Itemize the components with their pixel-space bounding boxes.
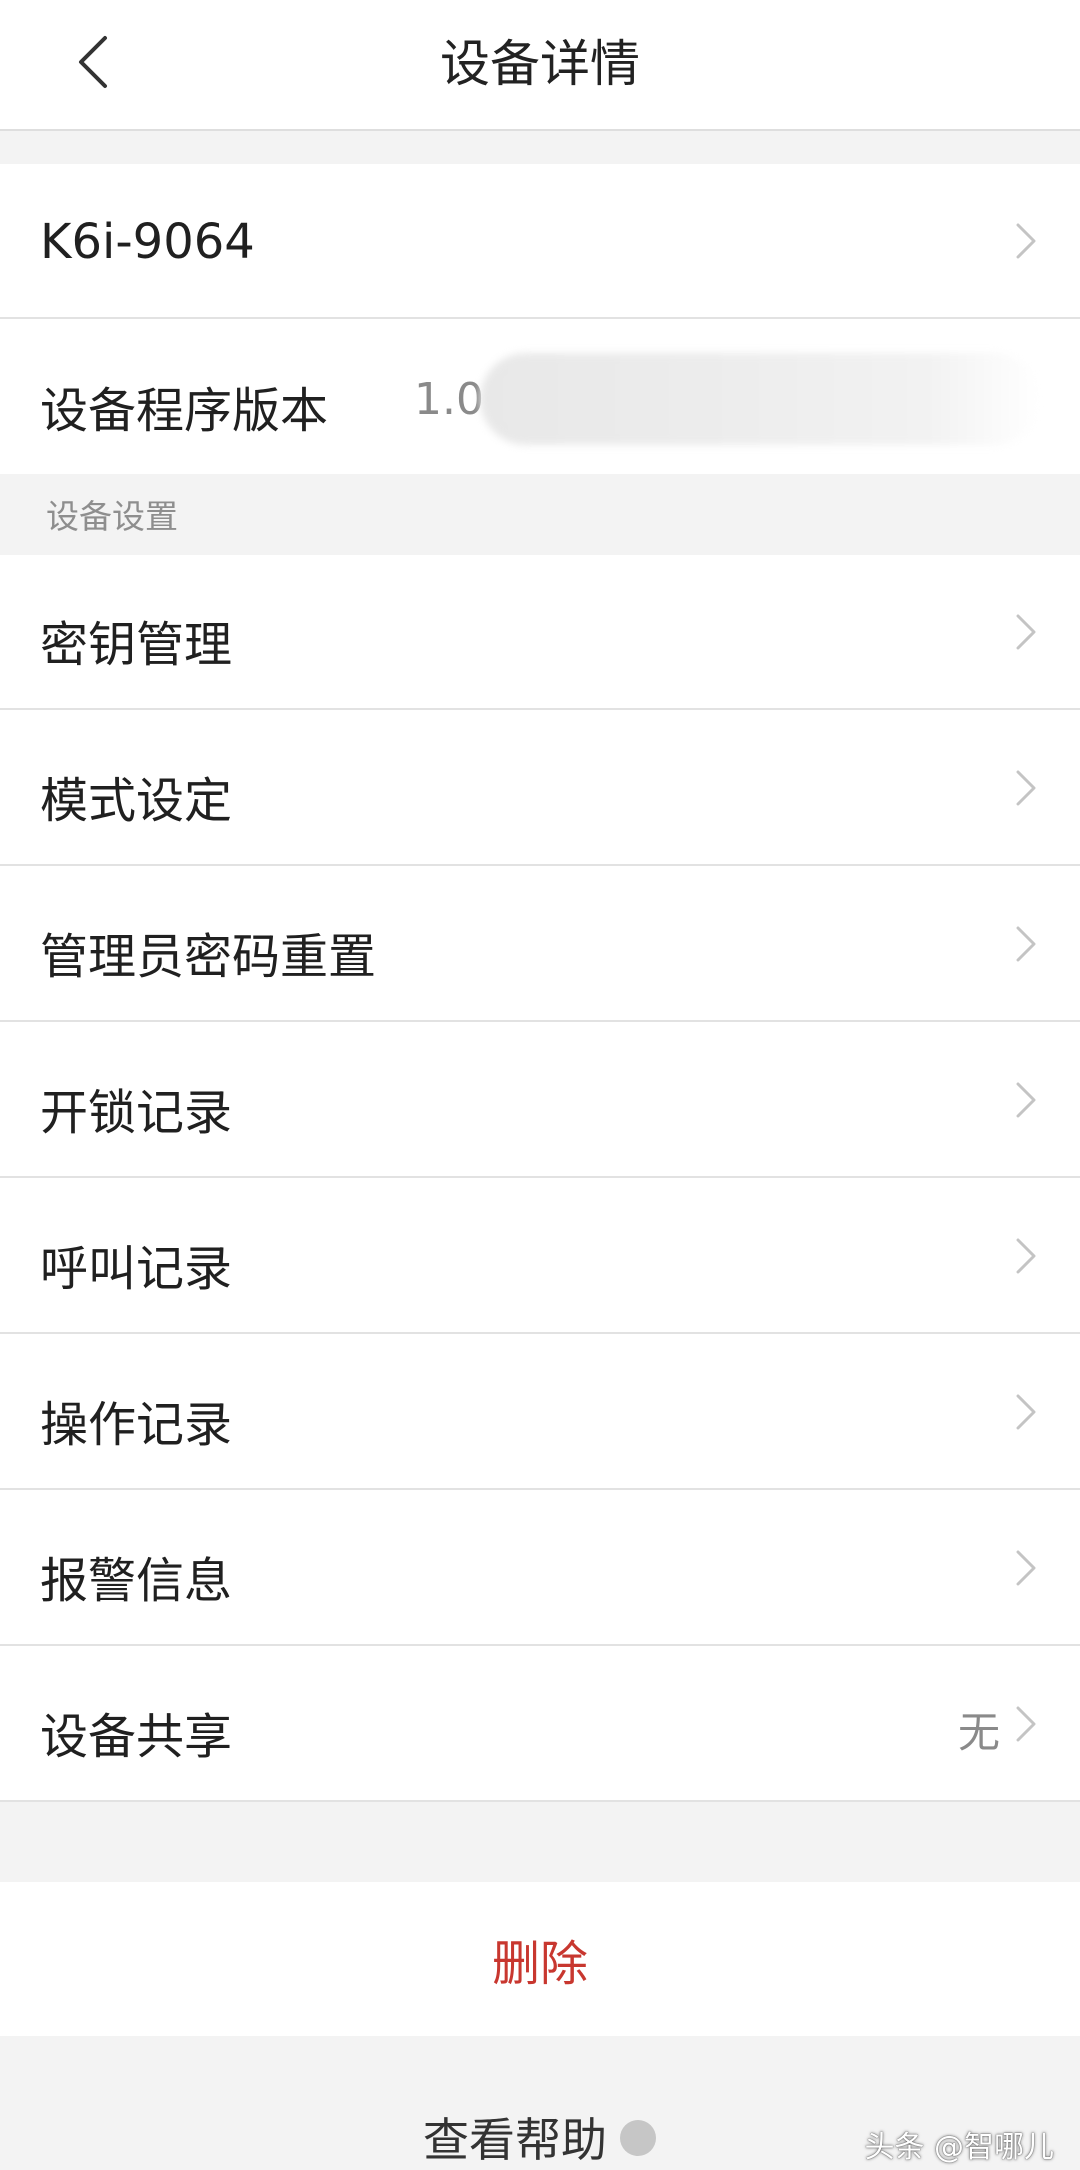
settings-item-label: 管理员密码重置: [40, 929, 377, 985]
settings-item-call-records[interactable]: 呼叫记录: [0, 1178, 1080, 1333]
chevron-right-icon: [1016, 223, 1036, 259]
firmware-version-value: 1.0: [414, 374, 484, 425]
settings-item-label: 呼叫记录: [40, 1241, 233, 1297]
settings-item-label: 开锁记录: [40, 1085, 233, 1141]
settings-section-label: 设备设置: [46, 497, 178, 536]
chevron-right-icon: [1016, 1550, 1036, 1586]
device-sharing-value: 无: [957, 1708, 1000, 1757]
settings-item-alarm-info[interactable]: 报警信息: [0, 1490, 1080, 1645]
settings-item-label: 设备共享: [40, 1709, 233, 1765]
settings-item-key-management[interactable]: 密钥管理: [0, 555, 1080, 709]
chevron-right-icon: [1016, 1706, 1036, 1742]
help-chevron-icon: [620, 2120, 656, 2156]
divider: [0, 1800, 1080, 1802]
app-header: 设备详情: [0, 0, 1080, 131]
settings-item-operation-records[interactable]: 操作记录: [0, 1334, 1080, 1489]
page-title: 设备详情: [440, 35, 640, 93]
help-link[interactable]: 查看帮助: [423, 2104, 607, 2170]
chevron-right-icon: [1016, 1082, 1036, 1118]
device-name: K6i-9064: [40, 214, 255, 270]
chevron-right-icon: [1016, 614, 1036, 650]
delete-label: 删除: [491, 1936, 588, 1992]
settings-item-admin-password-reset[interactable]: 管理员密码重置: [0, 866, 1080, 1021]
watermark: 头条 @智哪儿: [864, 2130, 1054, 2165]
firmware-version-row: 设备程序版本 1.0: [0, 319, 1080, 474]
settings-item-unlock-records[interactable]: 开锁记录: [0, 1022, 1080, 1177]
settings-item-label: 模式设定: [40, 773, 233, 829]
settings-item-device-sharing[interactable]: 设备共享 无: [0, 1646, 1080, 1801]
redacted-version-blur: [480, 353, 1040, 445]
firmware-version-label: 设备程序版本: [40, 383, 329, 439]
chevron-right-icon: [1016, 1238, 1036, 1274]
chevron-right-icon: [1016, 926, 1036, 962]
chevron-right-icon: [1016, 770, 1036, 806]
device-name-row[interactable]: K6i-9064: [0, 164, 1080, 318]
delete-device-button[interactable]: 删除: [0, 1882, 1080, 2036]
settings-item-label: 操作记录: [40, 1397, 233, 1453]
chevron-right-icon: [1016, 1394, 1036, 1430]
settings-item-mode-setting[interactable]: 模式设定: [0, 710, 1080, 865]
settings-item-label: 报警信息: [40, 1553, 233, 1609]
settings-item-label: 密钥管理: [40, 617, 233, 673]
